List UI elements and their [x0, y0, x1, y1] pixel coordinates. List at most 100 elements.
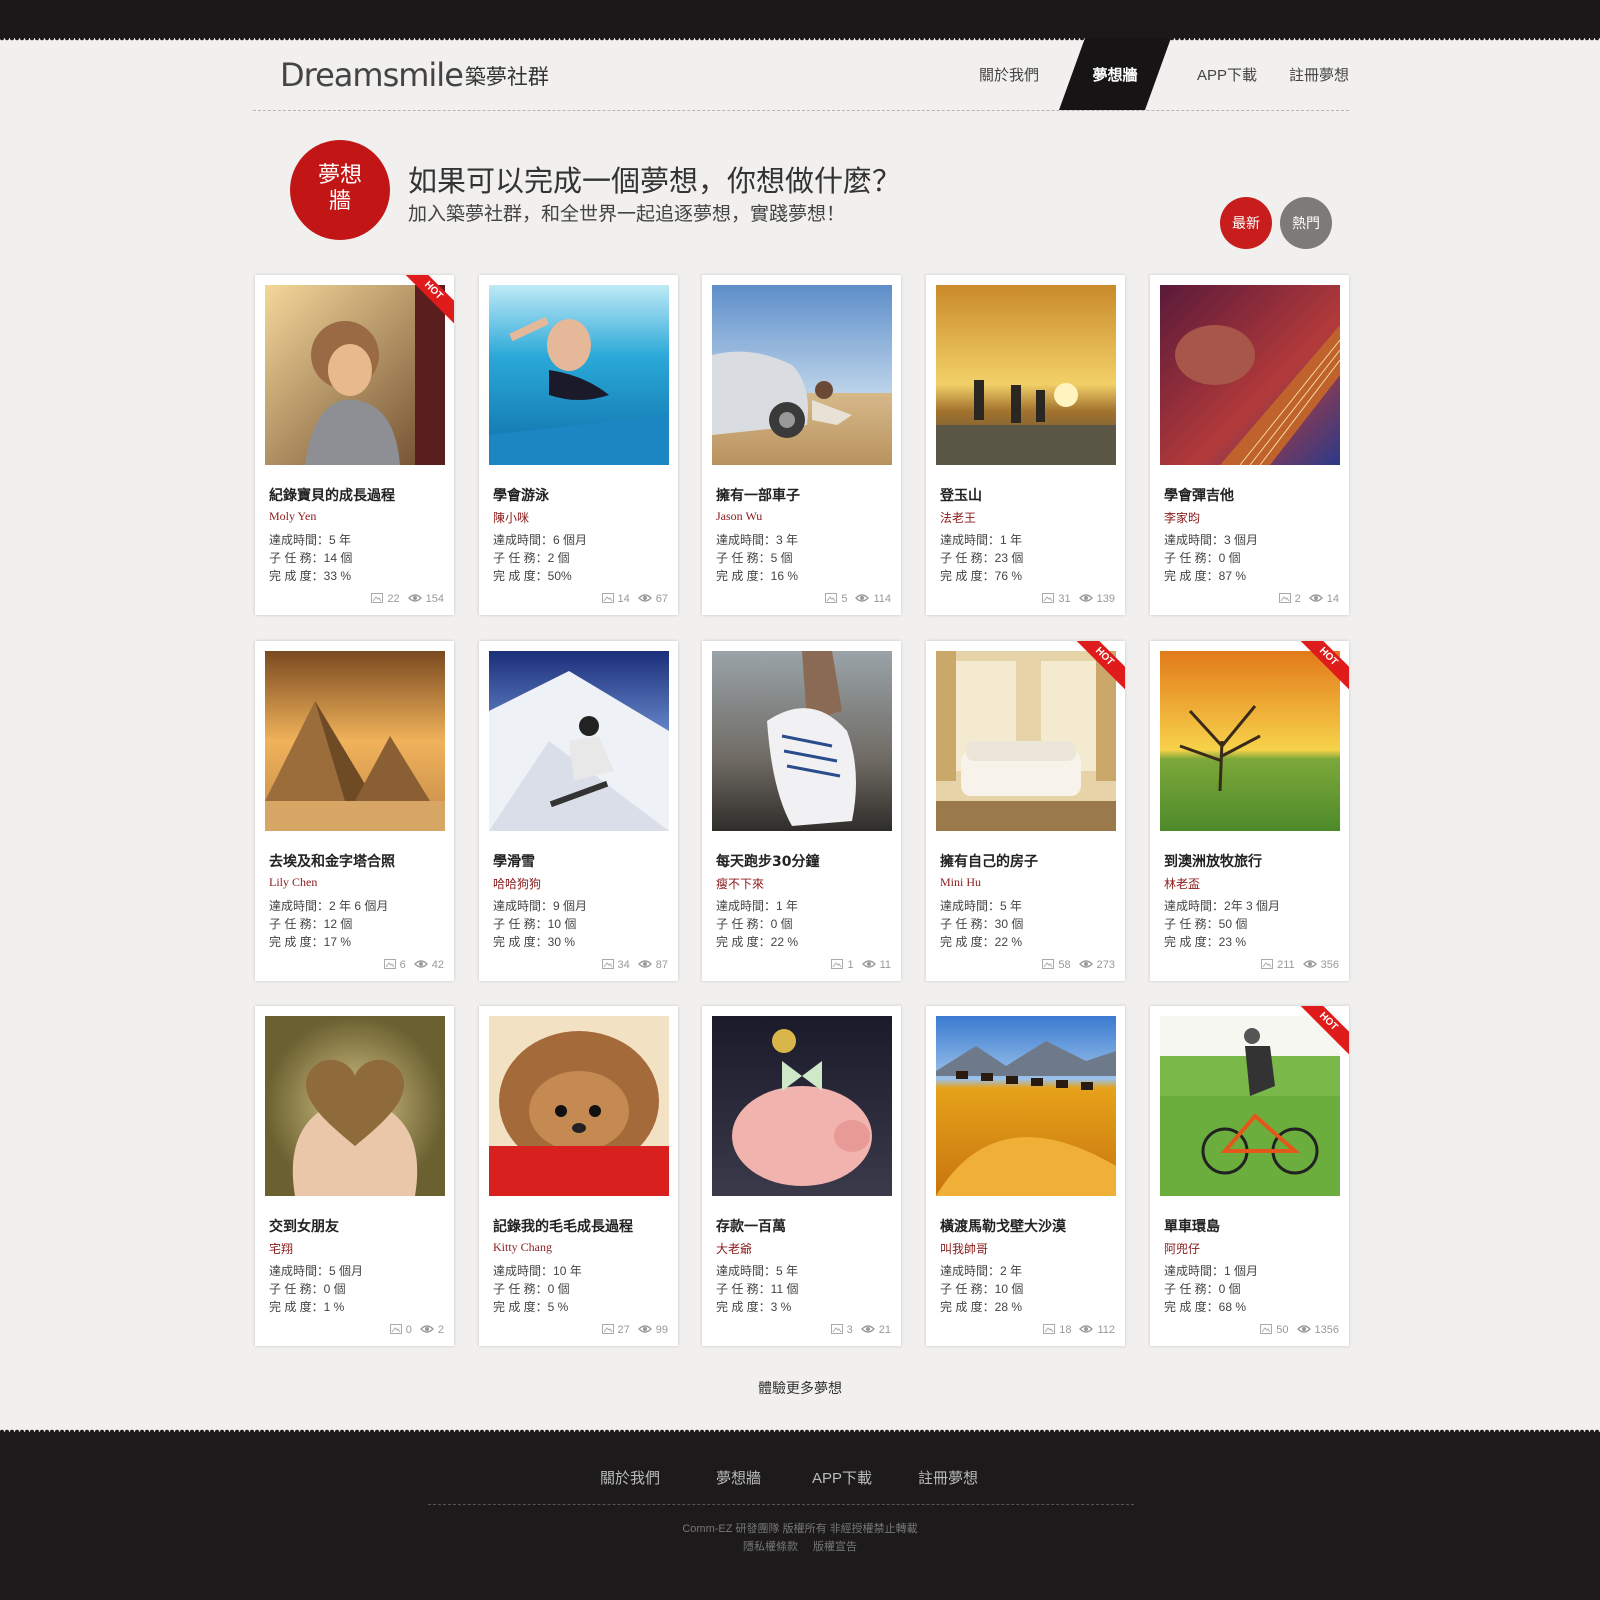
- time-value: 2 年: [1000, 1264, 1023, 1278]
- tasks-label: 子 任 務：: [1164, 1282, 1219, 1296]
- dream-photo[interactable]: [936, 651, 1116, 831]
- dream-card[interactable]: 去埃及和金字塔合照 Lily Chen 達成時間：2 年 6 個月子 任 務：12 …: [255, 641, 454, 981]
- dream-photo[interactable]: [489, 651, 669, 831]
- nav-about[interactable]: 關於我們: [979, 64, 1039, 85]
- dream-title[interactable]: 存款一百萬: [716, 1216, 786, 1236]
- footer-nav-wall[interactable]: 夢想牆: [716, 1467, 761, 1488]
- dream-photo[interactable]: [712, 285, 892, 465]
- dream-card[interactable]: 擁有一部車子 Jason Wu 達成時間：3 年子 任 務：5 個完 成 度：16 …: [702, 275, 901, 615]
- copyright-notice-link[interactable]: 版權宣告: [813, 1541, 857, 1553]
- dream-card[interactable]: 學會彈吉他 李家昀 達成時間：3 個月子 任 務：0 個完 成 度：87 % 2 14: [1150, 275, 1349, 615]
- dream-tasks: 子 任 務：5 個: [716, 549, 793, 566]
- dream-title[interactable]: 去埃及和金字塔合照: [269, 851, 395, 871]
- dream-card[interactable]: 交到女朋友 宅翔 達成時間：5 個月子 任 務：0 個完 成 度：1 % 0 2: [255, 1006, 454, 1346]
- dream-photo-image: [265, 651, 445, 831]
- dream-photo-image: [265, 285, 445, 465]
- dream-author[interactable]: 阿兜仔: [1164, 1240, 1200, 1257]
- more-dreams-link[interactable]: 體驗更多夢想: [0, 1378, 1600, 1398]
- tasks-value: 50 個: [1218, 917, 1248, 931]
- dream-photo[interactable]: [489, 1016, 669, 1196]
- time-label: 達成時間：: [940, 899, 1001, 913]
- tasks-label: 子 任 務：: [269, 917, 324, 931]
- footer-nav-register[interactable]: 註冊夢想: [918, 1467, 978, 1488]
- dream-title[interactable]: 橫渡馬勒戈壁大沙漠: [940, 1216, 1066, 1236]
- tasks-label: 子 任 務：: [940, 917, 995, 931]
- dream-photo[interactable]: [1160, 1016, 1340, 1196]
- dream-title[interactable]: 學滑雪: [493, 851, 535, 871]
- dream-card[interactable]: 登玉山 法老王 達成時間：1 年子 任 務：23 個完 成 度：76 % 31 139: [926, 275, 1125, 615]
- dream-photo[interactable]: [936, 1016, 1116, 1196]
- dream-title[interactable]: 擁有一部車子: [716, 485, 800, 505]
- dream-title[interactable]: 單車環島: [1164, 1216, 1220, 1236]
- dream-photo[interactable]: [936, 285, 1116, 465]
- dream-tasks: 子 任 務：10 個: [940, 1280, 1023, 1297]
- dream-progress: 完 成 度：22 %: [940, 933, 1022, 950]
- dream-progress: 完 成 度：16 %: [716, 567, 798, 584]
- dream-author[interactable]: 瘦不下來: [716, 875, 764, 892]
- dream-author[interactable]: 哈哈狗狗: [493, 875, 541, 892]
- nav-app[interactable]: APP下載: [1197, 64, 1257, 85]
- dream-card[interactable]: 學會游泳 陳小咪 達成時間：6 個月子 任 務：2 個完 成 度：50% 14 67: [479, 275, 678, 615]
- tasks-value: 0 個: [323, 1282, 346, 1296]
- dream-card[interactable]: 存款一百萬 大老爺 達成時間：5 年子 任 務：11 個完 成 度：3 % 3 21: [702, 1006, 901, 1346]
- dream-title[interactable]: 交到女朋友: [269, 1216, 339, 1236]
- view-count: 356: [1320, 959, 1339, 971]
- dream-author[interactable]: 陳小咪: [493, 509, 529, 526]
- eye-icon: [1308, 594, 1323, 602]
- tasks-value: 2 個: [547, 551, 570, 565]
- dream-author[interactable]: Jason Wu: [716, 509, 762, 524]
- footer-nav-app[interactable]: APP下載: [812, 1467, 872, 1488]
- dream-card[interactable]: 每天跑步30分鐘 瘦不下來 達成時間：1 年子 任 務：0 個完 成 度：22 % 1…: [702, 641, 901, 981]
- dream-title[interactable]: 每天跑步30分鐘: [716, 851, 819, 871]
- dream-photo[interactable]: [265, 285, 445, 465]
- dream-author[interactable]: Mini Hu: [940, 875, 981, 890]
- site-logo[interactable]: Dreamsmile築夢社群: [280, 56, 549, 94]
- dream-photo[interactable]: [712, 651, 892, 831]
- sort-popular-button[interactable]: 熱門: [1280, 197, 1332, 249]
- dream-card[interactable]: HOT 單車環島 阿兜仔 達成時間：1 個月子 任 務：0 個完 成 度：68 % 50…: [1150, 1006, 1349, 1346]
- dream-card[interactable]: 橫渡馬勒戈壁大沙漠 叫我帥哥 達成時間：2 年子 任 務：10 個完 成 度：28 …: [926, 1006, 1125, 1346]
- time-label: 達成時間：: [940, 533, 1001, 547]
- dream-photo[interactable]: [265, 1016, 445, 1196]
- dream-title[interactable]: 登玉山: [940, 485, 982, 505]
- dream-author[interactable]: 法老王: [940, 509, 976, 526]
- dream-tasks: 子 任 務：2 個: [493, 549, 570, 566]
- privacy-link[interactable]: 隱私權條款: [743, 1541, 798, 1553]
- dream-title[interactable]: 學會彈吉他: [1164, 485, 1234, 505]
- nav-register[interactable]: 註冊夢想: [1289, 64, 1349, 85]
- progress-value: 5 %: [547, 1300, 569, 1314]
- sort-newest-button[interactable]: 最新: [1220, 197, 1272, 249]
- dream-author[interactable]: 叫我帥哥: [940, 1240, 988, 1257]
- dream-photo[interactable]: [712, 1016, 892, 1196]
- dream-photo[interactable]: [489, 285, 669, 465]
- dream-author[interactable]: Moly Yen: [269, 509, 316, 524]
- dream-title[interactable]: 紀錄寶貝的成長過程: [269, 485, 395, 505]
- dream-time: 達成時間：1 年: [940, 531, 1022, 548]
- dream-card[interactable]: 學滑雪 哈哈狗狗 達成時間：9 個月子 任 務：10 個完 成 度：30 % 34 87: [479, 641, 678, 981]
- dream-photo[interactable]: [1160, 651, 1340, 831]
- progress-label: 完 成 度：: [493, 935, 548, 949]
- dream-progress: 完 成 度：68 %: [1164, 1298, 1246, 1315]
- dream-title[interactable]: 記錄我的毛毛成長過程: [493, 1216, 633, 1236]
- progress-label: 完 成 度：: [269, 935, 324, 949]
- dream-progress: 完 成 度：28 %: [940, 1298, 1022, 1315]
- dream-title[interactable]: 學會游泳: [493, 485, 549, 505]
- dream-title[interactable]: 到澳洲放牧旅行: [1164, 851, 1262, 871]
- dream-card[interactable]: HOT 紀錄寶貝的成長過程 Moly Yen 達成時間：5 年子 任 務：14 個完 …: [255, 275, 454, 615]
- time-value: 1 年: [776, 899, 799, 913]
- time-value: 5 個月: [329, 1264, 364, 1278]
- footer-nav-about[interactable]: 關於我們: [600, 1467, 660, 1488]
- dream-author[interactable]: Lily Chen: [269, 875, 317, 890]
- dream-title[interactable]: 擁有自己的房子: [940, 851, 1038, 871]
- dream-card[interactable]: 記錄我的毛毛成長過程 Kitty Chang 達成時間：10 年子 任 務：0 個完…: [479, 1006, 678, 1346]
- dream-author[interactable]: 李家昀: [1164, 509, 1200, 526]
- dream-card[interactable]: HOT 擁有自己的房子 Mini Hu 達成時間：5 年子 任 務：30 個完 成 度…: [926, 641, 1125, 981]
- nav-wall[interactable]: 夢想牆: [1059, 38, 1171, 110]
- dream-photo[interactable]: [265, 651, 445, 831]
- dream-author[interactable]: 林老盃: [1164, 875, 1200, 892]
- dream-author[interactable]: 宅翔: [269, 1240, 293, 1257]
- dream-card[interactable]: HOT 到澳洲放牧旅行 林老盃 達成時間：2年 3 個月子 任 務：50 個完 成 度…: [1150, 641, 1349, 981]
- dream-author[interactable]: 大老爺: [716, 1240, 752, 1257]
- dream-photo[interactable]: [1160, 285, 1340, 465]
- dream-author[interactable]: Kitty Chang: [493, 1240, 552, 1255]
